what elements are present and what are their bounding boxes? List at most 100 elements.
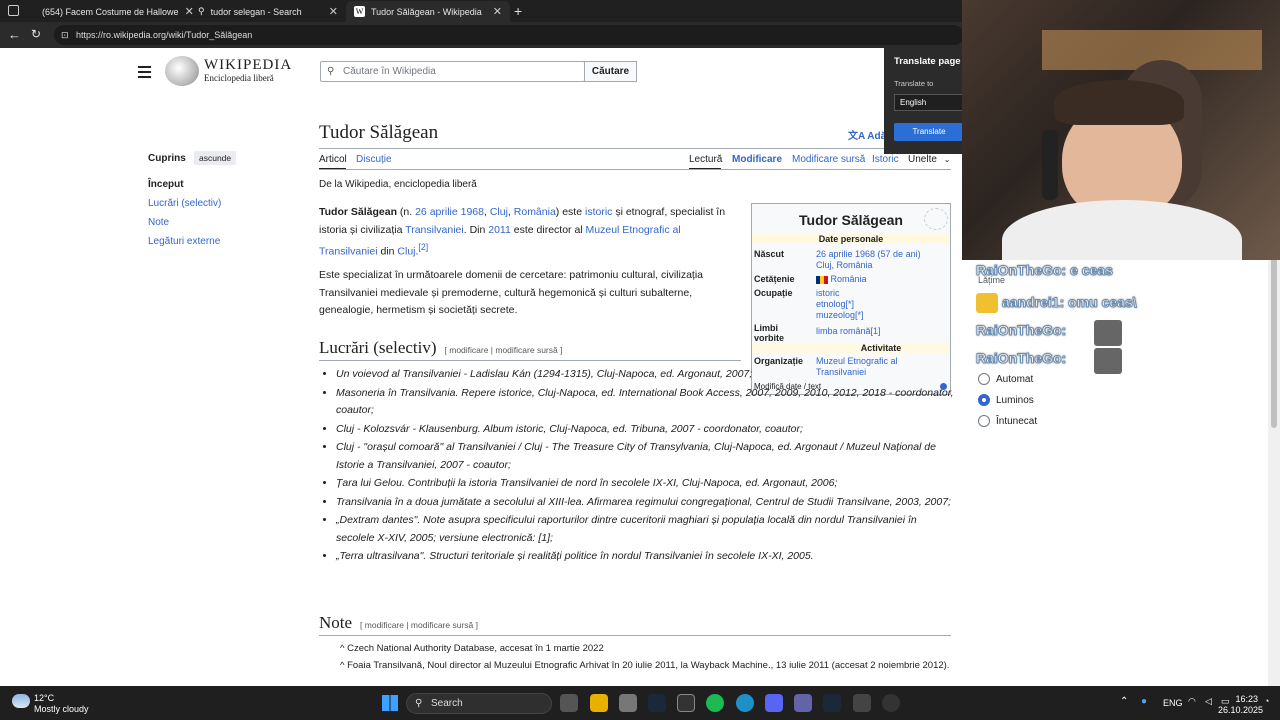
- chat-message: aandrei1: omu ceas\: [1002, 294, 1138, 311]
- link-cluj-2[interactable]: Cluj: [397, 246, 415, 258]
- store-icon[interactable]: [619, 694, 637, 712]
- toc-item-legaturi[interactable]: Legături externe: [148, 236, 220, 247]
- volume-icon[interactable]: ◁: [1205, 696, 1212, 707]
- list-item: Transilvania în a doua jumătate a secolu…: [336, 494, 956, 512]
- browser-tab-wikipedia[interactable]: W Tudor Sălăgean - Wikipedia ✕: [346, 1, 510, 22]
- toc-hide-button[interactable]: ascunde: [194, 151, 237, 165]
- infobox-born-label: Născut: [754, 249, 785, 259]
- teams-icon[interactable]: [794, 694, 812, 712]
- person-placeholder-icon: [924, 208, 948, 230]
- language-indicator[interactable]: ENG: [1163, 698, 1183, 708]
- badge-icon: [976, 293, 998, 313]
- app-icon[interactable]: [677, 694, 695, 712]
- close-icon[interactable]: ✕: [329, 5, 338, 18]
- weather-cloud-icon[interactable]: [12, 694, 30, 708]
- edge-icon[interactable]: [736, 694, 754, 712]
- section-heading-works: Lucrări (selectiv)[ modificare | modific…: [319, 338, 563, 357]
- reload-icon[interactable]: ↻: [31, 27, 41, 41]
- clock-time[interactable]: 16:23: [1220, 694, 1258, 704]
- toc-item-inceput[interactable]: Început: [148, 179, 184, 190]
- note-2: ^ Foaia Transilvană, Noul director al Mu…: [340, 660, 950, 671]
- theme-option-automat[interactable]: Automat: [978, 373, 1033, 385]
- radio-icon: [978, 415, 990, 427]
- new-tab-icon[interactable]: +: [514, 3, 522, 19]
- translate-to-label: Translate to: [894, 79, 934, 88]
- browser-tab-search[interactable]: ⚲ tudor selegan - Search ✕: [190, 1, 346, 22]
- windows-taskbar: 12°C Mostly cloudy ⚲ Search ⌃ ● ENG ◠ ◁ …: [0, 686, 1280, 720]
- radio-checked-icon: [978, 394, 990, 406]
- weather-temp[interactable]: 12°C: [34, 693, 54, 703]
- section-edit-links[interactable]: [ modificare | modificare sursă ]: [445, 345, 563, 355]
- windows-start-icon[interactable]: [382, 695, 398, 711]
- toc-item-lucrari[interactable]: Lucrări (selectiv): [148, 198, 221, 209]
- infobox-languages-label: Limbi vorbite: [754, 323, 785, 343]
- infobox-citizenship-value: România: [816, 274, 867, 285]
- tab-articol[interactable]: Articol: [319, 154, 347, 165]
- toc-title: Cuprins: [148, 153, 186, 164]
- steam-icon-2[interactable]: [823, 694, 841, 712]
- microphone-icon[interactable]: ●: [1141, 696, 1147, 707]
- infobox-languages-value: limba română[1]: [816, 326, 881, 336]
- file-explorer-icon[interactable]: [590, 694, 608, 712]
- search-input[interactable]: ⚲ Căutare în Wikipedia: [320, 61, 585, 82]
- tab-istoric[interactable]: Istoric: [872, 154, 899, 165]
- note-1: ^ Czech National Authority Database, acc…: [340, 643, 604, 654]
- emote-icon: [1094, 320, 1122, 346]
- tab-modificare-sursa[interactable]: Modificare sursă: [792, 154, 865, 165]
- browser-tab-youtube[interactable]: (654) Facem Costume de Hallowe ✕: [28, 1, 194, 22]
- link-birthdate[interactable]: 26 aprilie 1968: [415, 206, 484, 218]
- wikipedia-wordmark[interactable]: Wikipedia Enciclopedia liberă: [204, 57, 292, 83]
- url-input[interactable]: ⊡ https://ro.wikipedia.org/wiki/Tudor_Să…: [54, 25, 964, 45]
- list-item: Cluj - "orașul comoară" al Transilvaniei…: [336, 439, 956, 474]
- link-cluj[interactable]: Cluj: [490, 206, 508, 218]
- translate-button[interactable]: Translate: [894, 123, 964, 141]
- tab-discutie[interactable]: Discuție: [356, 154, 392, 165]
- tab-actions-icon[interactable]: [8, 5, 19, 16]
- url-text: https://ro.wikipedia.org/wiki/Tudor_Sălă…: [76, 30, 253, 40]
- tab-lectura[interactable]: Lectură: [689, 154, 722, 165]
- search-icon: ⚲: [415, 698, 423, 709]
- steam-icon[interactable]: [648, 694, 666, 712]
- clock-date[interactable]: 26.10.2025: [1218, 705, 1263, 715]
- chat-message: RaiOnTheGo:: [975, 322, 1067, 339]
- link-romania[interactable]: România: [514, 206, 556, 218]
- translate-language-select[interactable]: English: [894, 94, 964, 111]
- theme-option-luminos[interactable]: Luminos: [978, 394, 1034, 406]
- link-istoric[interactable]: istoric: [585, 206, 612, 218]
- chevron-up-icon[interactable]: ⌃: [1120, 696, 1128, 707]
- link-2011[interactable]: 2011: [488, 224, 511, 236]
- chevron-down-icon: ⌄: [943, 155, 951, 164]
- tab-modificare[interactable]: Modificare: [732, 154, 782, 165]
- infobox-org-label: Organizație: [754, 356, 804, 366]
- obs-icon[interactable]: [882, 694, 900, 712]
- emote-icon: [1094, 348, 1122, 374]
- infobox-born-value: 26 aprilie 1968 (57 de ani) Cluj, România: [816, 249, 921, 270]
- wifi-icon[interactable]: ◠: [1188, 696, 1196, 707]
- list-item: „Dextram dantes". Note asupra specificul…: [336, 512, 956, 547]
- menu-icon[interactable]: [138, 66, 151, 78]
- link-transilvania[interactable]: Transilvaniei: [405, 224, 464, 236]
- chat-message: RaiOnTheGo: e ceas: [976, 262, 1114, 279]
- infobox-section-activity: Activitate: [752, 343, 950, 353]
- tab-label: tudor selegan - Search: [210, 6, 302, 17]
- tab-label: Tudor Sălăgean - Wikipedia: [371, 6, 482, 17]
- toc-item-note[interactable]: Note: [148, 217, 169, 228]
- theme-option-intunecat[interactable]: Întunecat: [978, 415, 1037, 427]
- ref-2[interactable]: [2]: [418, 242, 428, 252]
- section-edit-links[interactable]: [ modificare | modificare sursă ]: [360, 620, 478, 630]
- notification-icon[interactable]: ◔: [1264, 696, 1269, 706]
- add-languages-button[interactable]: 文A Adă: [848, 127, 886, 142]
- close-icon[interactable]: ✕: [493, 5, 502, 18]
- discord-icon[interactable]: [765, 694, 783, 712]
- spotify-icon[interactable]: [706, 694, 724, 712]
- app-icon-2[interactable]: [853, 694, 871, 712]
- wikipedia-globe-icon[interactable]: [165, 56, 199, 86]
- lock-icon: ⊡: [61, 30, 69, 40]
- taskbar-search[interactable]: ⚲ Search: [406, 693, 552, 714]
- search-button[interactable]: Căutare: [584, 61, 637, 82]
- weather-desc[interactable]: Mostly cloudy: [34, 704, 89, 714]
- task-view-icon[interactable]: [560, 694, 578, 712]
- radio-icon: [978, 373, 990, 385]
- back-icon[interactable]: ←: [8, 27, 21, 42]
- tab-unelte[interactable]: Unelte ⌄: [908, 154, 950, 165]
